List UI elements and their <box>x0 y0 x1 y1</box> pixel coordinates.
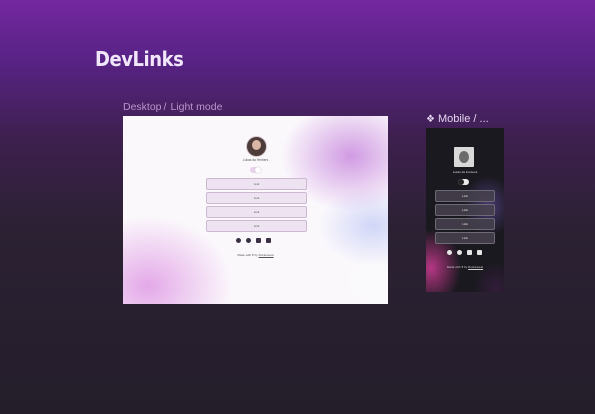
footer-by: by <box>464 265 468 269</box>
desktop-frame-separator: / <box>163 101 167 113</box>
profile-name: Lukas da Fonseca <box>452 170 478 174</box>
link-button-4[interactable]: Link <box>206 220 307 232</box>
github-icon[interactable] <box>447 250 452 255</box>
instagram-icon[interactable] <box>246 238 251 243</box>
theme-toggle[interactable] <box>250 167 261 173</box>
link-button-1[interactable]: Link <box>206 178 307 190</box>
social-icons <box>236 238 271 243</box>
desktop-frame-label[interactable]: Desktop / Light mode <box>123 101 222 113</box>
link-button-4[interactable]: Link <box>435 232 495 244</box>
avatar <box>246 136 267 157</box>
link-button-3[interactable]: Link <box>435 218 495 230</box>
desktop-frame-group: Desktop <box>123 101 162 113</box>
linkedin-icon[interactable] <box>266 238 271 243</box>
heart-icon: ♥ <box>461 265 464 269</box>
footer-by: by <box>254 253 258 257</box>
mobile-frame-label[interactable]: ❖ Mobile / ... <box>426 113 489 125</box>
component-icon: ❖ <box>426 114 435 125</box>
heart-icon: ♥ <box>251 253 254 257</box>
youtube-icon[interactable] <box>256 238 261 243</box>
theme-toggle[interactable] <box>458 179 469 185</box>
mobile-frame-name: Mobile / ... <box>437 113 489 125</box>
footer-link[interactable]: Rocketseat <box>468 265 483 269</box>
link-button-1[interactable]: Link <box>435 190 495 202</box>
footer-prefix: Made with <box>237 253 252 257</box>
mobile-frame[interactable]: Lukas da Fonseca Link Link Link Link Mad… <box>426 128 504 292</box>
desktop-frame[interactable]: Lukas da Yenbers Link Link Link Link Mad… <box>123 116 388 304</box>
canvas-title: DevLinks <box>95 47 184 71</box>
social-icons <box>447 250 482 255</box>
avatar <box>454 147 474 167</box>
github-icon[interactable] <box>236 238 241 243</box>
desktop-frame-name: Light mode <box>170 101 223 113</box>
youtube-icon[interactable] <box>467 250 472 255</box>
footer-link[interactable]: Rocketseat <box>259 253 274 257</box>
footer-prefix: Made with <box>446 265 461 269</box>
link-button-2[interactable]: Link <box>206 192 307 204</box>
instagram-icon[interactable] <box>457 250 462 255</box>
profile-name: Lukas da Yenbers <box>242 158 269 162</box>
link-button-3[interactable]: Link <box>206 206 307 218</box>
footer: Made with ♥ by Rocketseat <box>123 253 388 257</box>
link-button-2[interactable]: Link <box>435 204 495 216</box>
linkedin-icon[interactable] <box>477 250 482 255</box>
footer: Made with ♥ by Rocketseat <box>426 265 504 269</box>
